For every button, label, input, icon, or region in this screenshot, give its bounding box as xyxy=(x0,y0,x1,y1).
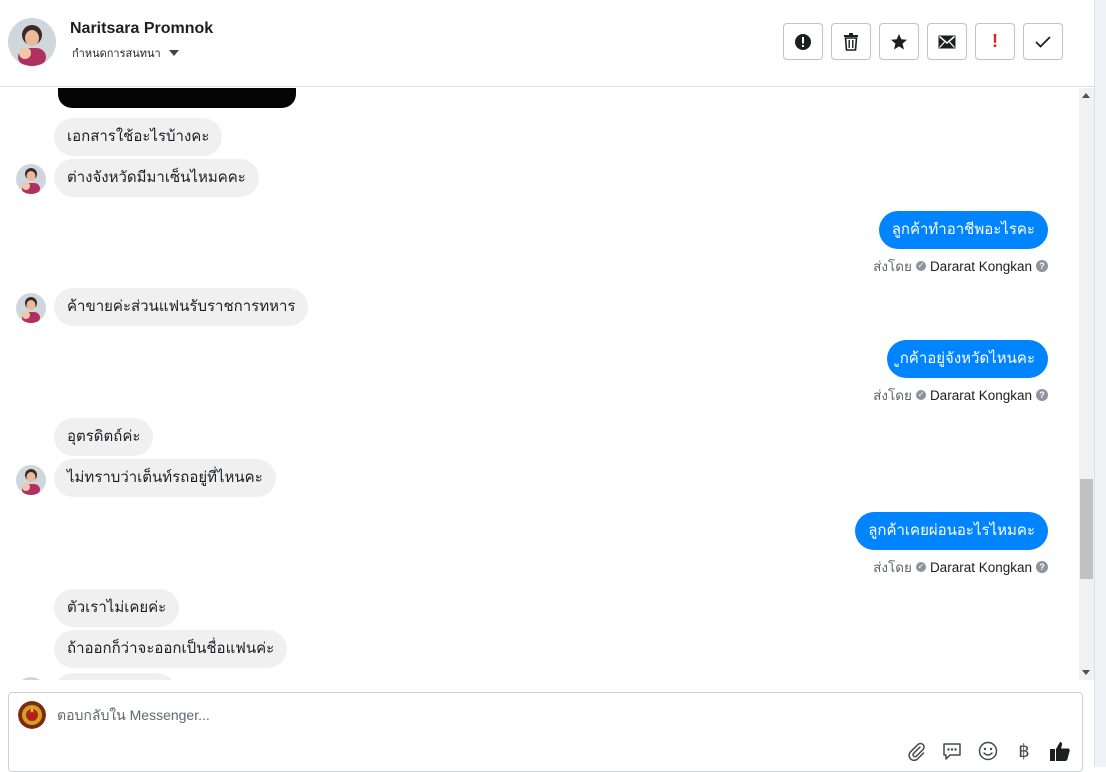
star-icon xyxy=(891,33,907,49)
contact-name[interactable]: Naritsara Promnok xyxy=(70,20,213,38)
sent-by-line: ส่งโดย ✓ Dararat Kongkan ? xyxy=(873,384,1048,406)
sent-by-line: ส่งโดย ✓ Dararat Kongkan ? xyxy=(873,556,1048,578)
message-bubble-incoming: เอกสารใช้อะไรบ้างคะ xyxy=(54,118,223,156)
reply-composer: ฿ xyxy=(8,692,1083,772)
important-icon: ! xyxy=(992,31,998,51)
emoji-icon xyxy=(978,741,998,761)
done-check-icon xyxy=(1035,35,1051,48)
delete-button[interactable] xyxy=(831,23,871,60)
verified-icon: ✓ xyxy=(915,562,926,572)
message-bubble-incoming: ตัวเราไม่เคยค่ะ xyxy=(54,589,180,627)
baht-icon: ฿ xyxy=(1018,740,1030,761)
message-bubble-outgoing: ลูกค้าเคยผ่อนอะไรไหมคะ xyxy=(855,512,1048,550)
payment-button[interactable]: ฿ xyxy=(1012,739,1036,763)
trash-icon xyxy=(844,32,858,51)
message-bubble-outgoing: ลูกค้าทำอาชีพอะไรคะ xyxy=(878,211,1048,249)
side-panel-edge xyxy=(1094,0,1106,767)
help-icon[interactable]: ? xyxy=(1036,260,1048,272)
star-button[interactable] xyxy=(879,23,919,60)
message-bubble-incoming: ต่างจังหวัดมีมาเซ็นไหมคคะ xyxy=(54,159,259,197)
thumbs-up-icon xyxy=(1050,742,1070,761)
mark-important-button[interactable]: ! xyxy=(975,23,1015,60)
saved-replies-button[interactable] xyxy=(940,739,964,763)
help-icon[interactable]: ? xyxy=(1036,561,1048,573)
verified-icon: ✓ xyxy=(915,261,926,271)
agent-name: Dararat Kongkan xyxy=(929,258,1032,274)
composer-tools: ฿ xyxy=(904,739,1072,763)
message-bubble-incoming-partial xyxy=(54,673,176,680)
contact-avatar-small xyxy=(16,164,46,194)
contact-avatar-small xyxy=(16,293,46,323)
help-icon[interactable]: ? xyxy=(1036,389,1048,401)
verified-icon: ✓ xyxy=(915,390,926,400)
assign-conversation-dropdown[interactable]: กำหนดการสนทนา xyxy=(72,44,179,62)
scroll-up-arrow-icon[interactable] xyxy=(1082,93,1090,98)
thread-scrollbar[interactable] xyxy=(1079,88,1094,680)
contact-avatar[interactable] xyxy=(8,18,56,66)
agent-name: Dararat Kongkan xyxy=(929,559,1032,575)
saved-reply-icon xyxy=(943,743,961,760)
sent-by-line: ส่งโดย ✓ Dararat Kongkan ? xyxy=(873,255,1048,277)
message-bubble-incoming: ไม่ทราบว่าเต็นท์รถอยู่ที่ไหนคะ xyxy=(54,459,276,497)
assign-label: กำหนดการสนทนา xyxy=(72,48,161,60)
media-attachment[interactable] xyxy=(58,88,296,108)
message-bubble-outgoing: ูกค้าอยู่จังหวัดไหนคะ xyxy=(886,340,1048,378)
sent-by-label: ส่งโดย xyxy=(873,388,912,403)
scrollbar-thumb[interactable] xyxy=(1080,479,1093,579)
reply-input[interactable] xyxy=(57,707,1017,723)
scroll-down-arrow-icon[interactable] xyxy=(1082,670,1090,675)
spam-icon xyxy=(795,33,811,50)
message-thread[interactable]: เอกสารใช้อะไรบ้างคะ ต่างจังหวัดมีมาเซ็นไ… xyxy=(0,88,1078,680)
message-bubble-incoming: อุตรดิตถ์ค่ะ xyxy=(54,418,154,456)
conversation-actions: ! xyxy=(783,23,1063,60)
contact-avatar-small xyxy=(16,465,46,495)
mark-spam-button[interactable] xyxy=(783,23,823,60)
mark-unread-button[interactable] xyxy=(927,23,967,60)
contact-avatar-small xyxy=(16,677,46,680)
page-avatar xyxy=(18,701,46,729)
conversation-header: Naritsara Promnok กำหนดการสนทนา ! xyxy=(0,0,1094,87)
message-bubble-incoming: ค้าขายค่ะส่วนแฟนรับราชการทหาร xyxy=(54,288,309,326)
message-bubble-incoming: ถ้าออกก็ว่าจะออกเป็นชื่อแฟนค่ะ xyxy=(54,630,288,668)
sent-by-label: ส่งโดย xyxy=(873,259,912,274)
attach-file-button[interactable] xyxy=(904,739,928,763)
agent-name: Dararat Kongkan xyxy=(929,387,1032,403)
caret-down-icon xyxy=(168,50,179,56)
sent-by-label: ส่งโดย xyxy=(873,560,912,575)
emoji-button[interactable] xyxy=(976,739,1000,763)
send-like-button[interactable] xyxy=(1048,739,1072,763)
mail-icon xyxy=(938,35,956,48)
mark-done-button[interactable] xyxy=(1023,23,1063,60)
paperclip-icon xyxy=(908,742,925,761)
